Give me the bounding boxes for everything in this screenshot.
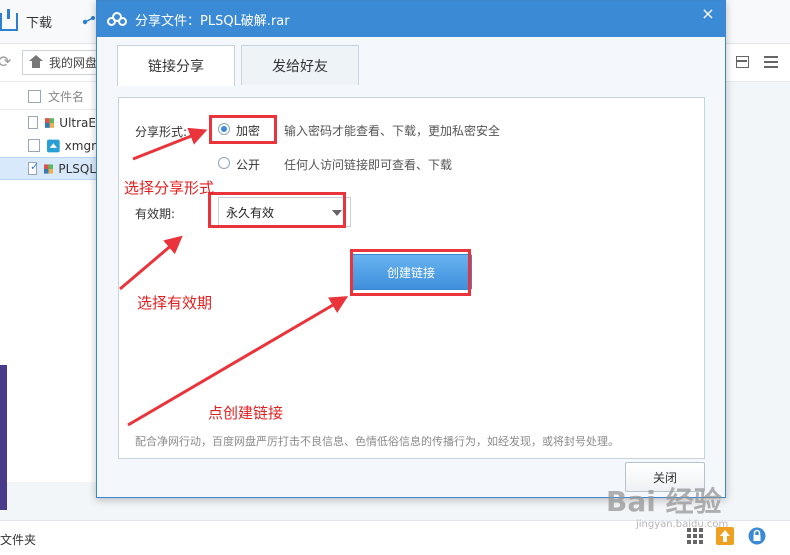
annotation-select-form: 选择分享形式	[124, 179, 215, 197]
file-list-header: 文件名	[0, 84, 96, 110]
download-label: 下载	[26, 16, 53, 31]
share-form-label: 分享形式:	[135, 125, 188, 139]
row-checkbox[interactable]	[28, 139, 40, 152]
file-row[interactable]: UltraE	[0, 111, 96, 134]
lock-icon[interactable]	[748, 527, 766, 545]
radio-public[interactable]	[218, 157, 230, 169]
close-icon[interactable]: ×	[697, 5, 719, 25]
policy-notice: 配合净网行动，百度网盘严厉打击不良信息、色情低俗信息的传播行为，如经发现，或将封…	[135, 435, 619, 448]
dialog-title: 分享文件：PLSQL破解.rar	[135, 13, 290, 29]
highlight-box-validity	[208, 192, 346, 228]
home-icon	[29, 54, 43, 69]
baidu-cloud-icon	[107, 12, 127, 26]
file-name: UltraE	[59, 115, 96, 130]
dialog-titlebar: 分享文件：PLSQL破解.rar	[97, 1, 725, 37]
grid-view-icon[interactable]	[736, 56, 749, 68]
select-all-checkbox[interactable]	[28, 90, 41, 103]
row-checkbox-checked[interactable]	[28, 160, 39, 175]
highlight-box-encrypted	[209, 115, 277, 144]
annotation-select-validity: 选择有效期	[137, 294, 213, 312]
side-panel-strip	[0, 365, 7, 510]
breadcrumb-label: 我的网盘	[49, 56, 98, 70]
file-row[interactable]: xmgr	[0, 134, 96, 157]
file-name: PLSQL	[58, 161, 96, 176]
rar-icon	[44, 163, 54, 174]
download-button[interactable]: 下载	[0, 8, 53, 31]
folder-label: 文件夹	[0, 533, 37, 547]
tab-send-friends[interactable]: 发给好友	[241, 45, 359, 85]
installer-icon	[46, 139, 60, 152]
highlight-box-create	[350, 249, 471, 296]
share-icon[interactable]	[82, 16, 96, 28]
option-public-label[interactable]: 公开	[236, 156, 260, 173]
breadcrumb[interactable]: 我的网盘	[22, 50, 98, 75]
tab-link-share[interactable]: 链接分享	[117, 45, 235, 86]
row-checkbox[interactable]	[28, 116, 38, 129]
refresh-icon[interactable]: ⟳	[0, 52, 11, 71]
file-name: xmgr	[64, 138, 96, 153]
option-public-desc: 任何人访问链接即可查看、下载	[284, 158, 453, 172]
annotation-click-create: 点创建链接	[208, 404, 284, 422]
file-row-selected[interactable]: PLSQL	[0, 157, 96, 180]
rar-icon	[44, 117, 55, 128]
download-icon	[0, 8, 18, 31]
option-encrypted-desc: 输入密码才能查看、下载，更加私密安全	[284, 124, 501, 138]
column-header-filename: 文件名	[48, 90, 85, 104]
watermark-url: jingyan.baidu.com	[636, 519, 729, 530]
list-view-icon[interactable]	[764, 56, 778, 69]
baidu-watermark: Bai 经验	[606, 485, 722, 518]
validity-label: 有效期:	[135, 207, 176, 221]
